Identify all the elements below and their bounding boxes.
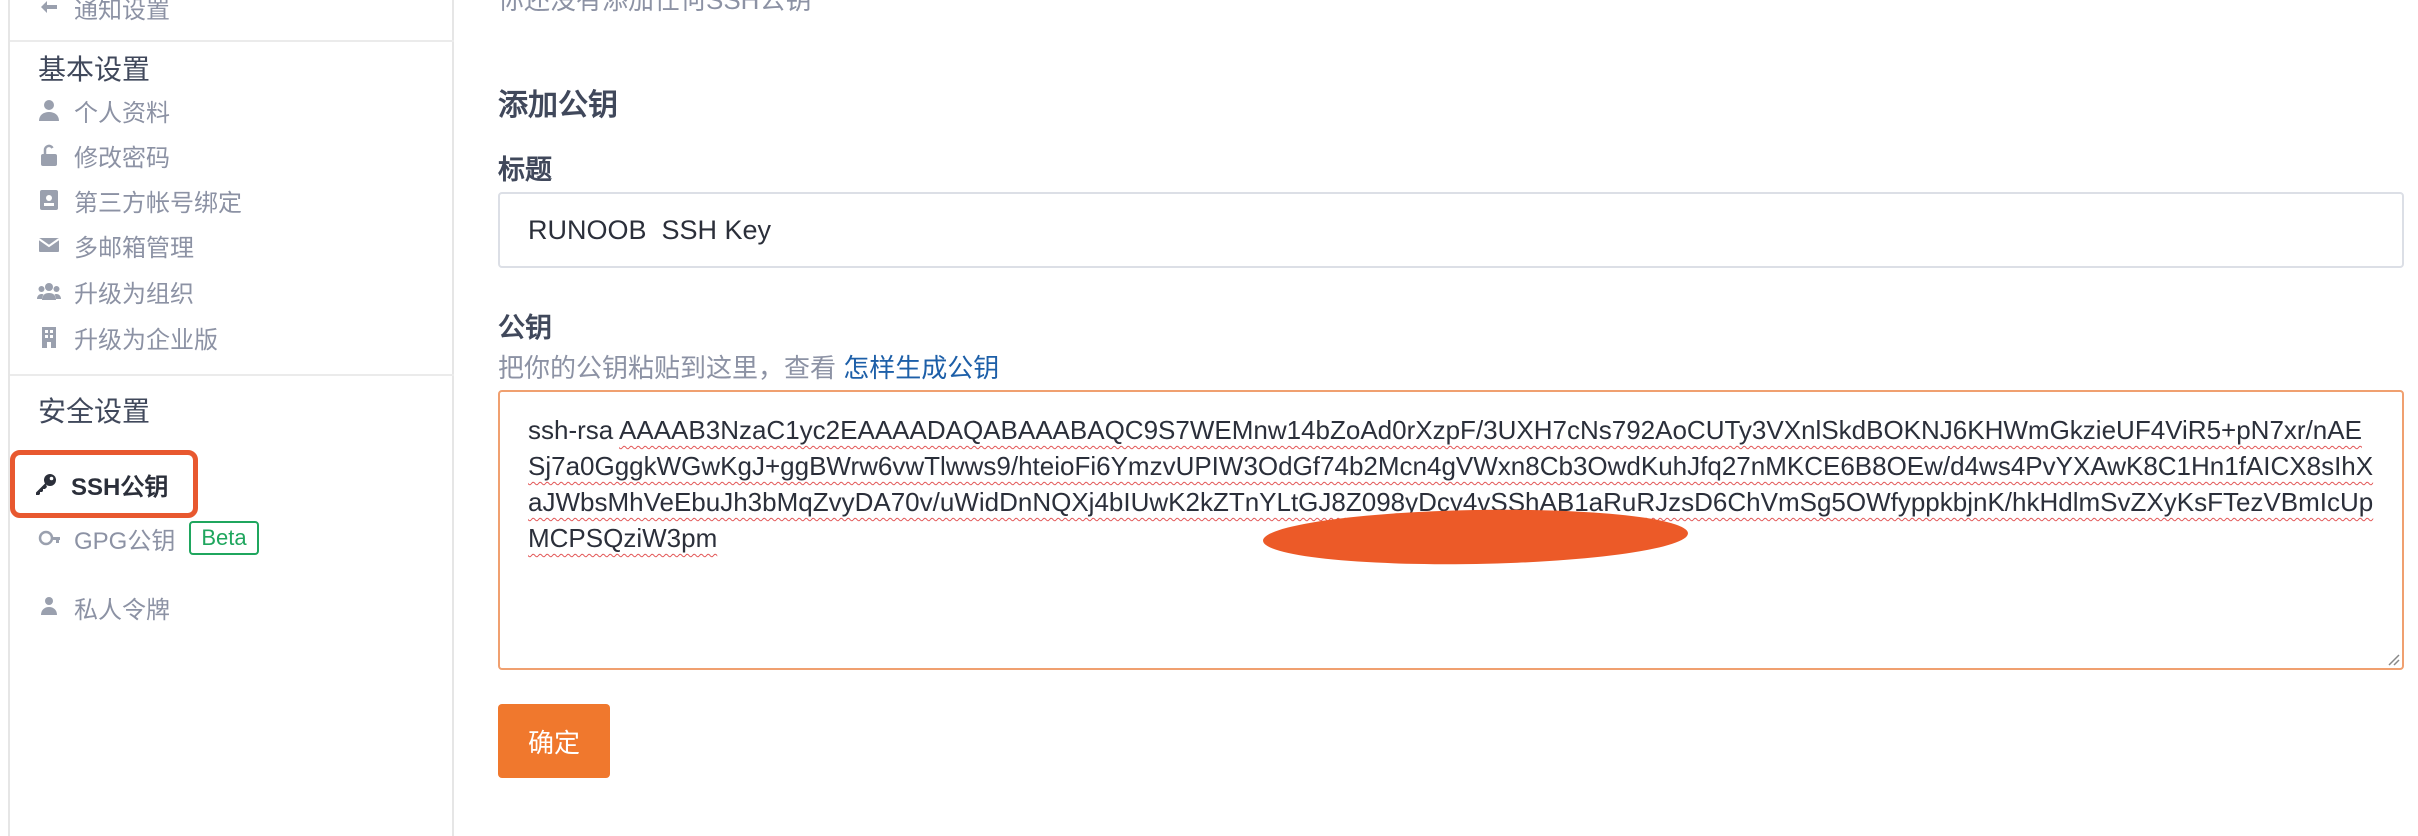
building-icon (36, 324, 62, 350)
public-key-hint: 把你的公钥粘贴到这里，查看 怎样生成公钥 (498, 348, 999, 385)
sidebar-item-profile[interactable]: 个人资料 (36, 85, 436, 135)
sidebar-item-label: SSH公钥 (71, 473, 169, 501)
key-type-text: ssh-rsa (528, 415, 620, 445)
sidebar-item-label: 升级为企业版 (74, 326, 218, 354)
id-card-icon (36, 187, 62, 213)
sidebar-item-password[interactable]: 修改密码 (36, 130, 436, 180)
user-icon (36, 97, 62, 123)
sidebar-item-notifications[interactable]: 通知设置 (36, 0, 436, 32)
sidebar-item-emails[interactable]: 多邮箱管理 (36, 220, 436, 270)
unlock-icon (36, 142, 62, 168)
public-key-label: 公钥 (498, 313, 552, 343)
sidebar-divider (10, 40, 454, 42)
beta-badge: Beta (189, 521, 259, 555)
settings-sidebar: 通知设置 基本设置 个人资料 修改密码 第三方帐号绑定 多邮箱管理 升级为组织 … (8, 0, 454, 836)
token-icon (36, 594, 62, 620)
arrow-icon (36, 0, 62, 20)
how-to-generate-key-link[interactable]: 怎样生成公钥 (843, 353, 999, 383)
sidebar-item-label: 升级为组织 (74, 280, 194, 308)
sidebar-item-label: GPG公钥 (74, 527, 176, 555)
security-settings-heading: 安全设置 (38, 396, 151, 427)
envelope-icon (36, 232, 62, 258)
ssh-key-settings-page: 通知设置 基本设置 个人资料 修改密码 第三方帐号绑定 多邮箱管理 升级为组织 … (0, 0, 2418, 836)
sidebar-item-third-party[interactable]: 第三方帐号绑定 (36, 175, 436, 225)
gpg-key-icon (36, 525, 62, 551)
sidebar-item-ssh-keys[interactable]: SSH公钥 (10, 450, 198, 518)
sidebar-item-label: 私人令牌 (74, 596, 170, 624)
sidebar-item-label: 修改密码 (74, 144, 170, 172)
sidebar-item-upgrade-org[interactable]: 升级为组织 (36, 266, 436, 316)
users-icon (36, 278, 62, 304)
basic-settings-heading: 基本设置 (38, 54, 151, 85)
hint-text: 把你的公钥粘贴到这里，查看 (498, 353, 837, 383)
resize-grip-icon[interactable] (2384, 650, 2400, 666)
sidebar-item-label: 通知设置 (74, 0, 170, 24)
sidebar-item-label: 个人资料 (74, 99, 170, 127)
sidebar-item-label: 多邮箱管理 (74, 234, 194, 262)
empty-keys-note: 你还没有添加任何SSH公钥 (498, 0, 812, 15)
submit-button[interactable]: 确定 (498, 704, 610, 778)
sidebar-item-gpg-keys[interactable]: GPG公钥 Beta (36, 513, 436, 563)
add-key-title: 添加公钥 (498, 89, 618, 122)
key-icon (33, 471, 59, 497)
key-title-input[interactable] (498, 192, 2404, 268)
sidebar-item-label: 第三方帐号绑定 (74, 189, 242, 217)
sidebar-divider (10, 374, 454, 376)
sidebar-item-tokens[interactable]: 私人令牌 (36, 582, 436, 632)
title-label: 标题 (498, 155, 552, 185)
sidebar-item-upgrade-enterprise[interactable]: 升级为企业版 (36, 312, 436, 362)
